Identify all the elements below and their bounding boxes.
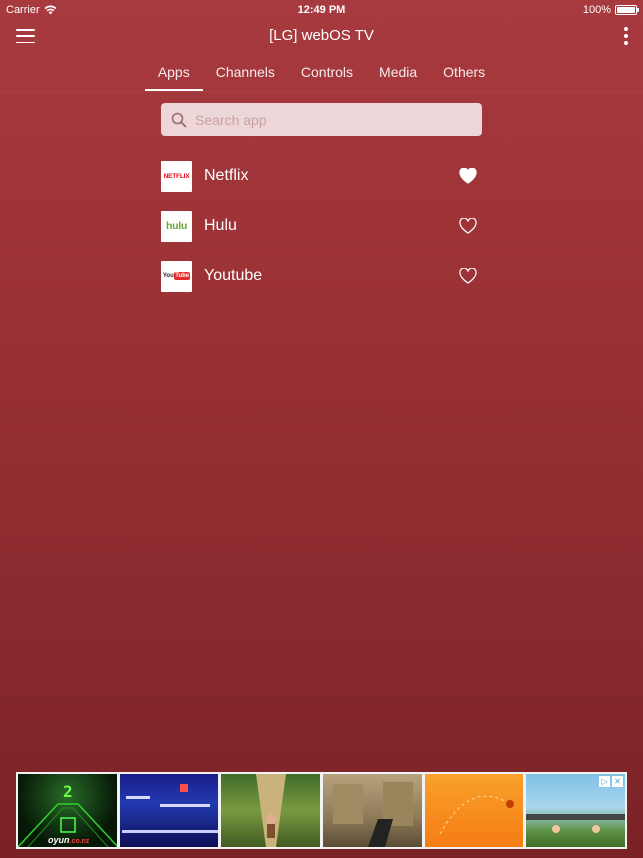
- netflix-logo-text: NETFLIX: [163, 172, 190, 180]
- ad-brand: oyun.co.nz: [48, 835, 89, 845]
- ad-arc-graphic: [439, 795, 514, 835]
- hulu-logo-text: hulu: [166, 220, 187, 232]
- ad-runner-graphic: [256, 774, 287, 847]
- search-box[interactable]: [161, 103, 482, 136]
- nav-bar: [LG] webOS TV: [0, 20, 643, 52]
- ad-shooter-graphic: [333, 782, 414, 847]
- battery-icon: [615, 5, 639, 15]
- ad-tile-platform-game[interactable]: [119, 774, 219, 847]
- carrier-label: Carrier: [6, 4, 40, 16]
- app-row-netflix[interactable]: NETFLIX Netflix: [161, 151, 482, 201]
- heart-filled-icon[interactable]: [459, 168, 477, 184]
- app-name: Hulu: [204, 217, 237, 234]
- ad-tile-basketball-game[interactable]: [424, 774, 524, 847]
- search-input[interactable]: [195, 111, 472, 128]
- status-left: Carrier: [6, 4, 57, 16]
- tab-others[interactable]: Others: [430, 52, 498, 91]
- ad-brand-name: oyun: [48, 835, 70, 845]
- battery-fill: [617, 7, 635, 13]
- ad-tile-racing-game[interactable]: 2 oyun.co.nz: [18, 774, 117, 847]
- heart-outline-icon[interactable]: [459, 268, 477, 284]
- tab-apps[interactable]: Apps: [144, 52, 203, 91]
- app-list: NETFLIX Netflix hulu Hulu You Tube Youtub…: [161, 151, 482, 301]
- status-time: 12:49 PM: [297, 4, 346, 16]
- ad-banner[interactable]: 2 oyun.co.nz ▷ ✕: [16, 772, 627, 849]
- youtube-logo-text: You Tube: [162, 272, 191, 280]
- status-bar: Carrier 12:49 PM 100%: [0, 0, 643, 20]
- status-right: 100%: [582, 4, 639, 16]
- tab-channels[interactable]: Channels: [203, 52, 288, 91]
- app-row-hulu[interactable]: hulu Hulu: [161, 201, 482, 251]
- hulu-logo: hulu: [161, 210, 192, 242]
- tab-controls[interactable]: Controls: [288, 52, 366, 91]
- ad-tile-sports-game[interactable]: ▷ ✕: [526, 774, 626, 847]
- youtube-logo-you: You: [162, 273, 174, 279]
- youtube-logo: You Tube: [161, 260, 192, 292]
- battery-percent: 100%: [582, 4, 611, 16]
- ad-platform-graphic: [121, 784, 218, 833]
- heart-outline-icon[interactable]: [459, 218, 477, 234]
- wifi-icon: [44, 5, 57, 15]
- app-row-youtube[interactable]: You Tube Youtube: [161, 251, 482, 301]
- ad-level-number: 2: [63, 782, 73, 801]
- netflix-logo: NETFLIX: [161, 160, 192, 192]
- app-name: Youtube: [204, 267, 263, 284]
- main-content: NETFLIX Netflix hulu Hulu YouTube Youtub…: [161, 103, 482, 301]
- search-icon: [171, 112, 187, 127]
- tab-media[interactable]: Media: [366, 52, 430, 91]
- close-icon[interactable]: ✕: [612, 776, 624, 787]
- tab-bar: Apps Channels Controls Media Others: [0, 52, 643, 92]
- ad-tile-runner-game[interactable]: [221, 774, 321, 847]
- page-title: [LG] webOS TV: [269, 27, 374, 44]
- ad-tile-shooter-game[interactable]: [323, 774, 422, 847]
- youtube-logo-tube: Tube: [174, 272, 191, 280]
- ad-controls: ▷ ✕: [599, 776, 624, 787]
- adchoices-icon[interactable]: ▷: [599, 776, 611, 787]
- app-name: Netflix: [204, 167, 249, 184]
- ad-brand-suffix: .co.nz: [69, 838, 90, 845]
